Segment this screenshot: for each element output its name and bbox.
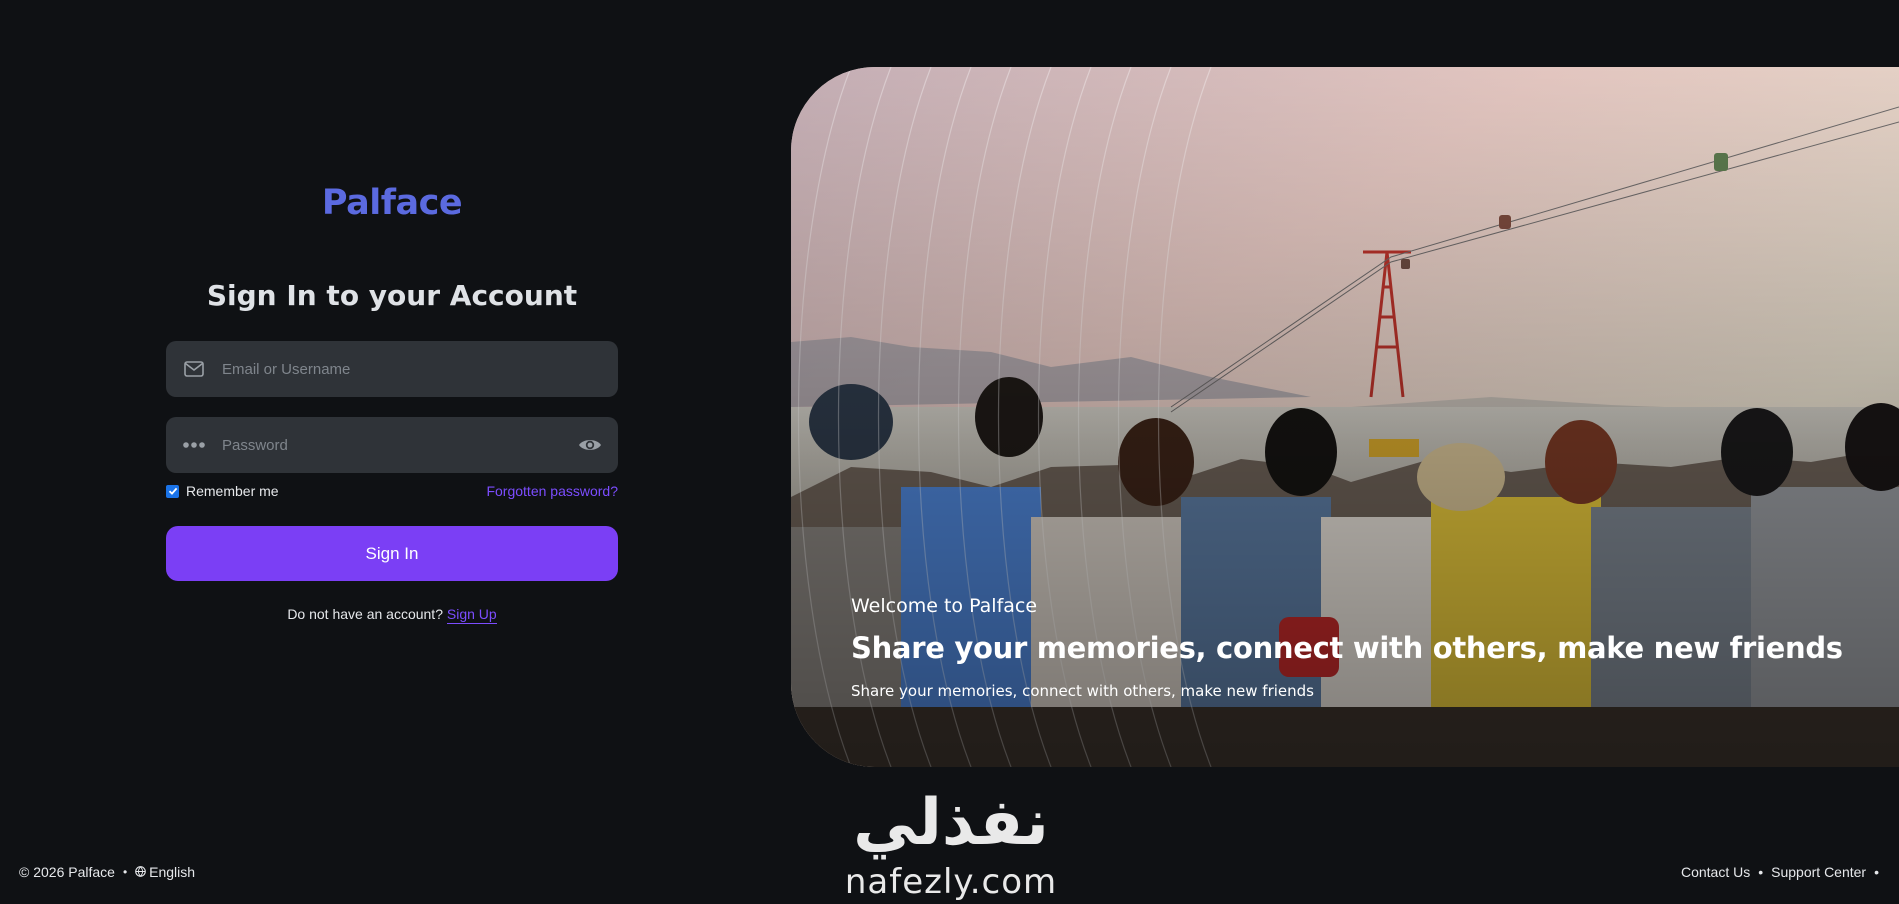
remember-checkbox[interactable] (166, 484, 179, 498)
support-center-link[interactable]: Support Center (1771, 864, 1866, 880)
footer-separator: • (1874, 864, 1879, 880)
sign-up-link[interactable]: Sign Up (446, 606, 497, 624)
remember-row: Remember me Forgotten password? (166, 481, 618, 501)
hero-image: Welcome to Palface Share your memories, … (791, 67, 1899, 767)
footer-right: Contact Us • Support Center • (1681, 864, 1879, 880)
email-input[interactable] (222, 341, 618, 397)
footer-separator: • (122, 865, 128, 879)
forgot-password-link[interactable]: Forgotten password? (486, 483, 618, 499)
brand-logo[interactable]: Palface (166, 183, 618, 223)
email-field[interactable] (166, 341, 618, 397)
sign-in-button[interactable]: Sign In (166, 526, 618, 581)
copyright-text: © 2026 Palface (19, 864, 115, 880)
remember-me-toggle[interactable]: Remember me (166, 483, 279, 499)
hero-welcome: Welcome to Palface (851, 595, 1038, 617)
language-selector[interactable]: English (135, 864, 195, 880)
password-field[interactable] (166, 417, 618, 473)
watermark: نفذلي nafezly.com (836, 786, 1066, 904)
page-title: Sign In to your Account (206, 279, 578, 312)
signup-prompt: Do not have an account? Sign Up (166, 606, 618, 624)
envelope-icon (166, 341, 222, 397)
no-account-text: Do not have an account? (287, 606, 443, 622)
hero-tagline: Share your memories, connect with others… (851, 631, 1843, 665)
footer-separator: • (1758, 864, 1764, 880)
dots-icon (166, 417, 222, 473)
remember-label: Remember me (186, 483, 279, 499)
language-label: English (149, 864, 196, 880)
eye-icon[interactable] (562, 417, 618, 473)
password-input[interactable] (222, 417, 562, 473)
hero-caption: Welcome to Palface Share your memories, … (851, 595, 1851, 700)
watermark-arabic: نفذلي (853, 786, 1049, 860)
footer-left: © 2026 Palface • English (19, 864, 195, 880)
login-panel: Palface Sign In to your Account Remember… (0, 0, 790, 904)
hero-subtagline: Share your memories, connect with others… (851, 682, 1314, 700)
watermark-latin: nafezly.com (844, 862, 1058, 902)
contact-us-link[interactable]: Contact Us (1681, 864, 1750, 880)
globe-icon (135, 864, 146, 880)
